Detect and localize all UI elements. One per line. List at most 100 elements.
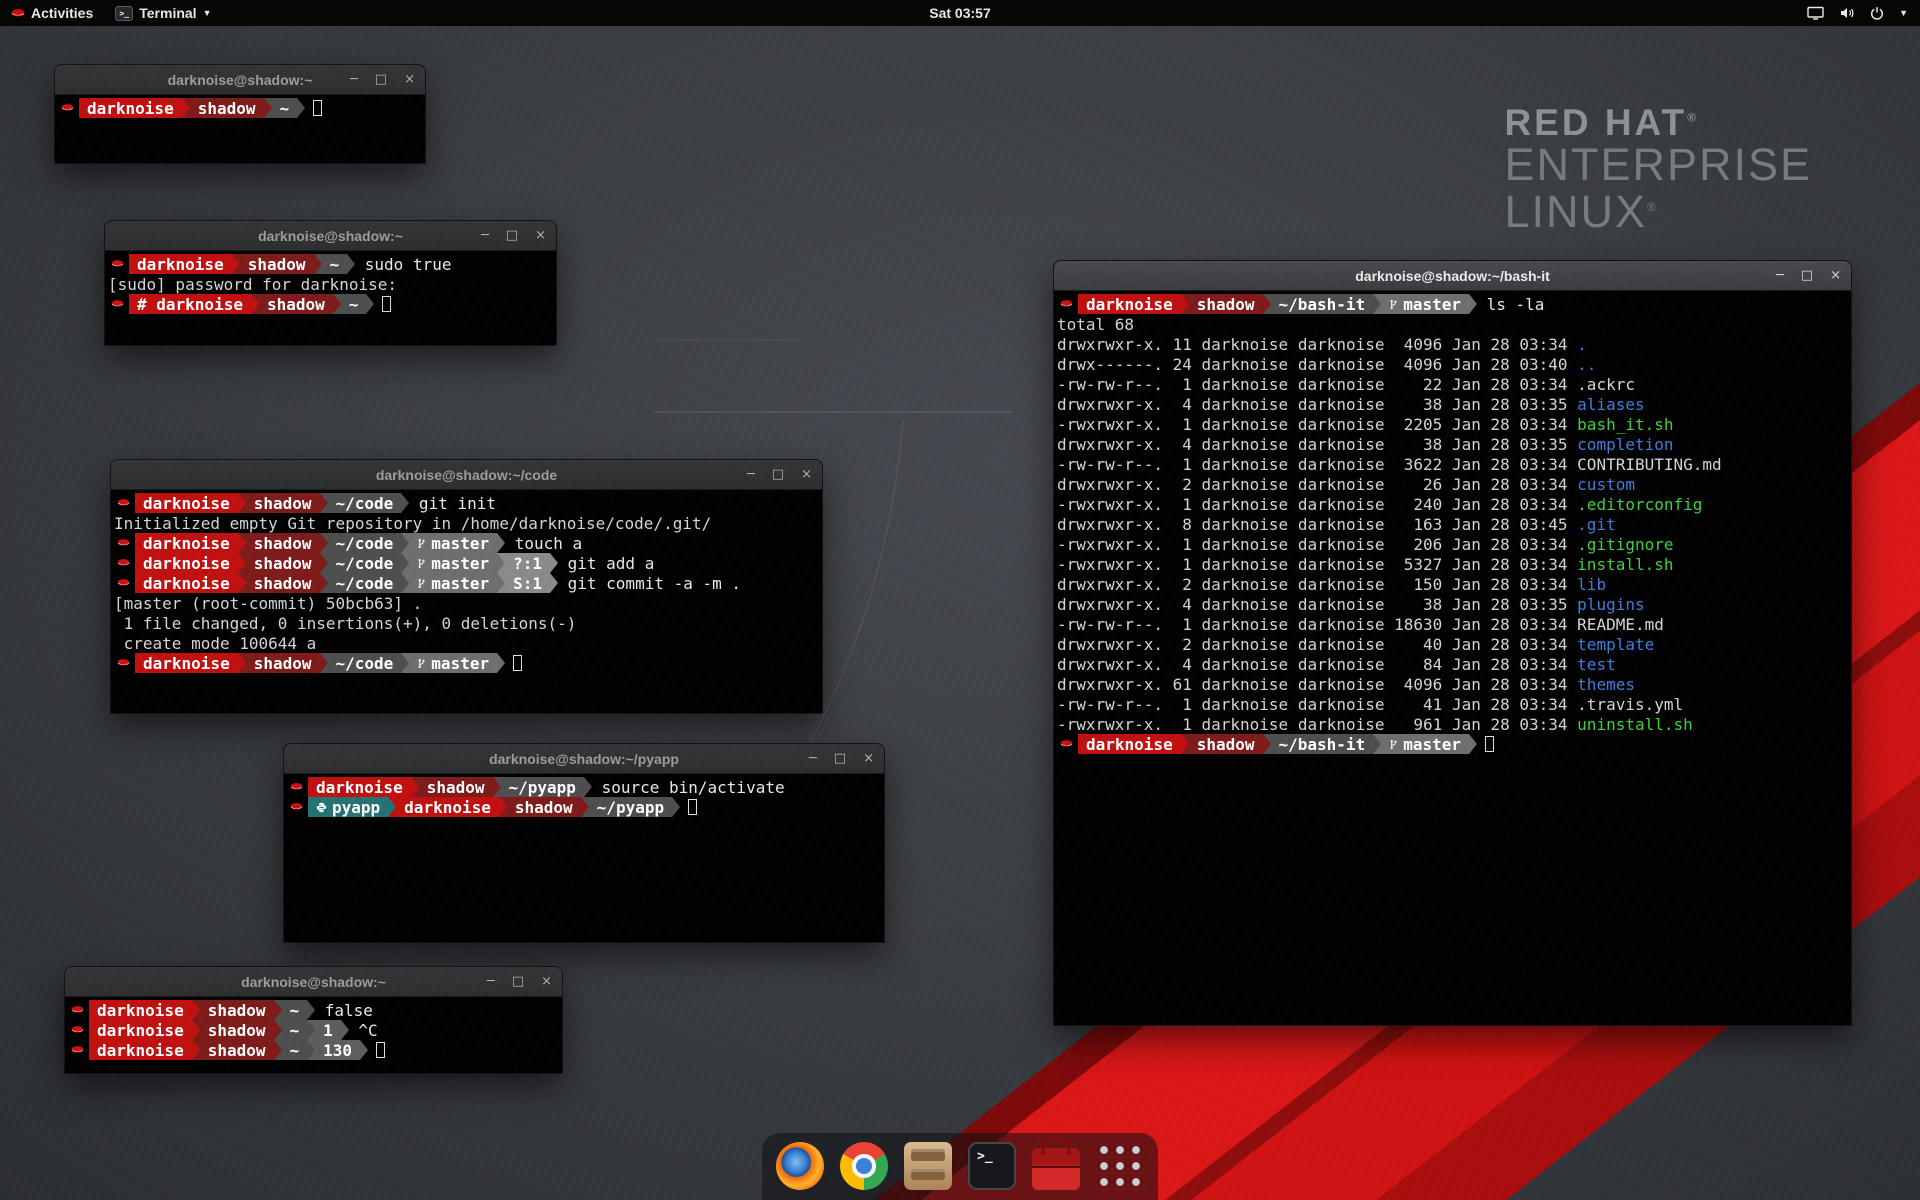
powerline-arrow <box>388 797 396 817</box>
prompt-segment-path: ~ <box>282 1020 308 1040</box>
maximize-button[interactable]: □ <box>512 975 524 988</box>
prompt-segment-user: darknoise <box>129 254 232 274</box>
close-button[interactable]: × <box>1830 269 1841 282</box>
chrome-icon[interactable] <box>840 1142 888 1190</box>
app-grid-icon[interactable] <box>1096 1142 1144 1190</box>
minimize-button[interactable]: ─ <box>487 975 495 988</box>
terminal-line: darknoiseshadow~130 <box>68 1040 559 1060</box>
toolbox-icon[interactable] <box>1032 1148 1080 1190</box>
prompt-segment-host: shadow <box>246 653 320 673</box>
close-button[interactable]: × <box>863 752 874 765</box>
output-text: -rw-rw-r--. 1 darknoise darknoise 18630 … <box>1057 615 1664 634</box>
maximize-button[interactable]: □ <box>375 73 387 86</box>
firefox-icon[interactable] <box>776 1142 824 1190</box>
close-button[interactable]: × <box>535 229 546 242</box>
system-menu[interactable]: ▼ <box>1795 0 1920 26</box>
output-text: [master (root-commit) 50bcb63] . <box>114 594 422 613</box>
directory-name: .git <box>1577 515 1616 534</box>
close-button[interactable]: × <box>801 468 812 481</box>
window-titlebar[interactable]: darknoise@shadow:~ ─ □ × <box>105 221 556 251</box>
prompt-segment-host: shadow <box>259 294 333 314</box>
powerline-arrow <box>251 294 259 314</box>
directory-name: test <box>1577 655 1616 674</box>
terminal-line: -rwxrwxr-x. 1 darknoise darknoise 206 Ja… <box>1057 534 1848 554</box>
maximize-button[interactable]: □ <box>834 752 846 765</box>
powerline-arrow <box>497 533 505 553</box>
powerline-arrow <box>307 1000 315 1020</box>
prompt-segment-user: darknoise <box>308 777 411 797</box>
directory-name: lib <box>1577 575 1606 594</box>
terminal-body[interactable]: darknoiseshadow~/pyapp source bin/activa… <box>284 774 884 942</box>
command-text: false <box>315 1001 373 1020</box>
terminal-line: [sudo] password for darknoise: <box>108 274 553 294</box>
prompt-segment-user: darknoise <box>1078 734 1181 754</box>
dock: >_ <box>762 1133 1158 1200</box>
terminal-cursor <box>1485 736 1494 752</box>
prompt-segment-path: ~ <box>272 98 298 118</box>
prompt-segment-host: shadow <box>190 98 264 118</box>
maximize-button[interactable]: □ <box>506 229 518 242</box>
powerline-arrow <box>401 653 409 673</box>
minimize-button[interactable]: ─ <box>350 73 358 86</box>
redhat-logo-icon <box>11 8 25 19</box>
terminal-dock-icon[interactable]: >_ <box>968 1142 1016 1190</box>
desktop[interactable]: RED HAT® ENTERPRISE LINUX® darknoise@sha… <box>0 0 1920 1200</box>
activities-button[interactable]: Activities <box>0 0 104 26</box>
prompt-segment-user: darknoise <box>135 533 238 553</box>
close-button[interactable]: × <box>404 73 415 86</box>
window-title: darknoise@shadow:~/bash-it <box>1355 268 1550 284</box>
maximize-button[interactable]: □ <box>772 468 784 481</box>
maximize-button[interactable]: □ <box>1801 269 1813 282</box>
terminal-app-icon: >_ <box>115 6 133 21</box>
terminal-body[interactable]: darknoiseshadow~ sudo true[sudo] passwor… <box>105 251 556 345</box>
terminal-line: 1 file changed, 0 insertions(+), 0 delet… <box>114 613 819 633</box>
terminal-body[interactable]: darknoiseshadow~ <box>55 95 425 163</box>
terminal-body[interactable]: darknoiseshadow~/bash-itmaster ls -latot… <box>1054 291 1851 1025</box>
terminal-body[interactable]: darknoiseshadow~/code git initInitialize… <box>111 490 822 713</box>
prompt-segment-user: # darknoise <box>129 294 251 314</box>
branch-icon <box>417 658 426 669</box>
terminal-line: drwxrwxr-x. 11 darknoise darknoise 4096 … <box>1057 334 1848 354</box>
prompt-segment-path: ~/pyapp <box>589 797 672 817</box>
file-cabinet-icon[interactable] <box>904 1142 952 1190</box>
terminal-line: drwxrwxr-x. 4 darknoise darknoise 38 Jan… <box>1057 434 1848 454</box>
minimize-button[interactable]: ─ <box>1776 269 1784 282</box>
terminal-body[interactable]: darknoiseshadow~ falsedarknoiseshadow~1 … <box>65 997 562 1073</box>
app-menu-terminal[interactable]: >_ Terminal ▼ <box>104 0 222 26</box>
powerline-arrow <box>192 1000 200 1020</box>
powerline-arrow <box>320 573 328 593</box>
prompt-segment-venv: pyapp <box>308 797 388 817</box>
output-text: -rwxrwxr-x. 1 darknoise darknoise 961 Ja… <box>1057 715 1577 734</box>
python-icon <box>316 802 327 813</box>
redhat-icon <box>61 103 74 113</box>
output-text: -rw-rw-r--. 1 darknoise darknoise 41 Jan… <box>1057 695 1683 714</box>
redhat-icon <box>111 299 124 309</box>
prompt-segment-host: shadow <box>246 553 320 573</box>
minimize-button[interactable]: ─ <box>481 229 489 242</box>
command-text: ls -la <box>1477 295 1544 314</box>
top-bar: Activities >_ Terminal ▼ Sat 03:57 ▼ <box>0 0 1920 26</box>
redhat-icon <box>117 658 130 668</box>
window-title: darknoise@shadow:~ <box>258 228 403 244</box>
window-titlebar[interactable]: darknoise@shadow:~/bash-it ─ □ × <box>1054 261 1851 291</box>
terminal-line: darknoiseshadow~/bash-itmaster ls -la <box>1057 294 1848 314</box>
powerline-arrow <box>232 254 240 274</box>
terminal-line: darknoiseshadow~/code git init <box>114 493 819 513</box>
powerline-arrow <box>1373 294 1381 314</box>
terminal-line: -rwxrwxr-x. 1 darknoise darknoise 5327 J… <box>1057 554 1848 574</box>
minimize-button[interactable]: ─ <box>809 752 817 765</box>
window-titlebar[interactable]: darknoise@shadow:~/pyapp ─ □ × <box>284 744 884 774</box>
clock[interactable]: Sat 03:57 <box>919 0 1000 26</box>
window-titlebar[interactable]: darknoise@shadow:~/code ─ □ × <box>111 460 822 490</box>
prompt-segment-git: master <box>1381 734 1469 754</box>
powerline-arrow <box>1469 294 1477 314</box>
power-icon <box>1870 6 1884 20</box>
terminal-line: darknoiseshadow~1 ^C <box>68 1020 559 1040</box>
powerline-arrow <box>550 553 558 573</box>
window-titlebar[interactable]: darknoise@shadow:~ ─ □ × <box>65 967 562 997</box>
redhat-icon <box>117 538 130 548</box>
close-button[interactable]: × <box>541 975 552 988</box>
window-titlebar[interactable]: darknoise@shadow:~ ─ □ × <box>55 65 425 95</box>
terminal-line: darknoiseshadow~ <box>58 98 422 118</box>
minimize-button[interactable]: ─ <box>747 468 755 481</box>
